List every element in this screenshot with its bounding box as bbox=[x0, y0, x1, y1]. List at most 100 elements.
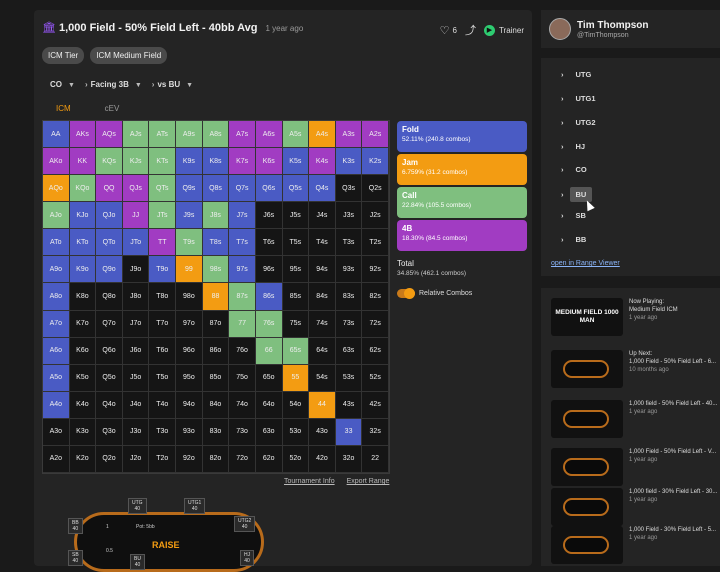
hand-cell[interactable]: 83s bbox=[335, 283, 363, 311]
hand-cell[interactable]: JTs bbox=[149, 202, 177, 230]
hand-cell[interactable]: A2o bbox=[43, 445, 70, 473]
hand-cell[interactable]: K8s bbox=[202, 148, 230, 176]
hand-cell[interactable]: J4s bbox=[309, 202, 336, 230]
hand-cell[interactable]: T6s bbox=[255, 229, 283, 257]
hand-cell[interactable]: QTo bbox=[96, 229, 123, 257]
hand-cell[interactable]: QQ bbox=[96, 175, 123, 203]
hand-cell[interactable]: 66 bbox=[255, 337, 283, 365]
hand-cell[interactable]: 87o bbox=[202, 310, 230, 338]
hand-cell[interactable]: Q7s bbox=[229, 175, 256, 203]
position-utg1[interactable]: › UTG1 bbox=[561, 94, 596, 103]
hand-cell[interactable]: 86o bbox=[202, 337, 230, 365]
profile-card[interactable]: Tim Thompson @TimThompson bbox=[541, 10, 720, 48]
video-item[interactable]: 1,000 field - 30% Field Left - 30... 1 ye… bbox=[551, 488, 720, 528]
hand-cell[interactable]: K5s bbox=[282, 148, 310, 176]
hand-cell[interactable]: T2s bbox=[362, 229, 389, 257]
position-utg[interactable]: › UTG bbox=[561, 70, 591, 79]
hand-cell[interactable]: 77 bbox=[229, 310, 256, 338]
hand-cell[interactable]: 64o bbox=[255, 391, 283, 419]
position-select[interactable]: CO ▼ bbox=[50, 80, 75, 89]
hand-cell[interactable]: 72o bbox=[229, 445, 256, 473]
trainer-button[interactable]: ▶ Trainer bbox=[483, 24, 524, 36]
position-sb[interactable]: › SB bbox=[561, 211, 586, 220]
hand-cell[interactable]: JJ bbox=[122, 202, 150, 230]
legend-fold[interactable]: Fold 52.11% (240.8 combos) bbox=[397, 121, 527, 152]
hand-cell[interactable]: T3o bbox=[149, 418, 177, 446]
hand-cell[interactable]: AQs bbox=[96, 121, 123, 149]
hand-cell[interactable]: Q3s bbox=[335, 175, 363, 203]
hand-cell[interactable]: Q5o bbox=[96, 364, 123, 392]
hand-cell[interactable]: Q5s bbox=[282, 175, 310, 203]
hand-cell[interactable]: 52s bbox=[362, 364, 389, 392]
hand-cell[interactable]: Q7o bbox=[96, 310, 123, 338]
hand-cell[interactable]: T5s bbox=[282, 229, 310, 257]
video-item[interactable]: 1,000 Field - 50% Field Left - V... 1 yea… bbox=[551, 448, 720, 488]
hand-cell[interactable]: ATo bbox=[43, 229, 70, 257]
hand-cell[interactable]: 65s bbox=[282, 337, 310, 365]
hand-cell[interactable]: QJo bbox=[96, 202, 123, 230]
hand-cell[interactable]: T3s bbox=[335, 229, 363, 257]
hand-cell[interactable]: 54o bbox=[282, 391, 310, 419]
hand-cell[interactable]: 98s bbox=[202, 256, 230, 284]
hand-cell[interactable]: 82s bbox=[362, 283, 389, 311]
hand-cell[interactable]: J3s bbox=[335, 202, 363, 230]
hand-cell[interactable]: K5o bbox=[69, 364, 97, 392]
hand-cell[interactable]: KJs bbox=[122, 148, 150, 176]
hand-cell[interactable]: 88 bbox=[202, 283, 230, 311]
hand-cell[interactable]: A8s bbox=[202, 121, 230, 149]
hand-cell[interactable]: J8s bbox=[202, 202, 230, 230]
hand-cell[interactable]: 96s bbox=[255, 256, 283, 284]
hand-cell[interactable]: T8o bbox=[149, 283, 177, 311]
like-button[interactable]: ♡ 6 bbox=[440, 24, 457, 37]
hand-cell[interactable]: 92s bbox=[362, 256, 389, 284]
tournament-info-link[interactable]: Tournament Info bbox=[284, 478, 335, 485]
seat-bu[interactable]: BU 40 bbox=[130, 554, 145, 570]
hand-cell[interactable]: AKo bbox=[43, 148, 70, 176]
hand-cell[interactable]: 62o bbox=[255, 445, 283, 473]
video-item[interactable]: 1,000 Field - 30% Field Left - 5... 1 yea… bbox=[551, 526, 720, 566]
hand-cell[interactable]: 52o bbox=[282, 445, 310, 473]
hand-cell[interactable]: A3s bbox=[335, 121, 363, 149]
hand-cell[interactable]: T9s bbox=[176, 229, 203, 257]
hand-cell[interactable]: 75o bbox=[229, 364, 256, 392]
hand-cell[interactable]: K4s bbox=[309, 148, 336, 176]
hand-cell[interactable]: KTs bbox=[149, 148, 177, 176]
hand-cell[interactable]: J7o bbox=[122, 310, 150, 338]
hand-cell[interactable]: 55 bbox=[282, 364, 310, 392]
hand-cell[interactable]: KQo bbox=[69, 175, 97, 203]
hand-cell[interactable]: T4o bbox=[149, 391, 177, 419]
legend-call[interactable]: Call 22.84% (105.5 combos) bbox=[397, 187, 527, 218]
hand-cell[interactable]: 95s bbox=[282, 256, 310, 284]
hand-cell[interactable]: A7s bbox=[229, 121, 256, 149]
hand-cell[interactable]: A6o bbox=[43, 337, 70, 365]
hand-cell[interactable]: A8o bbox=[43, 283, 70, 311]
hand-cell[interactable]: AA bbox=[43, 121, 70, 149]
hand-cell[interactable]: K6o bbox=[69, 337, 97, 365]
hand-cell[interactable]: Q6s bbox=[255, 175, 283, 203]
hand-cell[interactable]: Q9o bbox=[96, 256, 123, 284]
hand-cell[interactable]: A9o bbox=[43, 256, 70, 284]
hand-cell[interactable]: 72s bbox=[362, 310, 389, 338]
hand-cell[interactable]: 76o bbox=[229, 337, 256, 365]
hand-cell[interactable]: J3o bbox=[122, 418, 150, 446]
hand-cell[interactable]: K2s bbox=[362, 148, 389, 176]
hand-cell[interactable]: 97s bbox=[229, 256, 256, 284]
hand-cell[interactable]: 64s bbox=[309, 337, 336, 365]
position-bb[interactable]: › BB bbox=[561, 235, 586, 244]
hand-cell[interactable]: 87s bbox=[229, 283, 256, 311]
position-utg2[interactable]: › UTG2 bbox=[561, 118, 596, 127]
hand-cell[interactable]: Q4o bbox=[96, 391, 123, 419]
seat-utg[interactable]: UTG 40 bbox=[128, 498, 147, 514]
hand-cell[interactable]: A4s bbox=[309, 121, 336, 149]
hand-cell[interactable]: 94o bbox=[176, 391, 203, 419]
hand-cell[interactable]: J5s bbox=[282, 202, 310, 230]
hand-cell[interactable]: 99 bbox=[176, 256, 203, 284]
hand-cell[interactable]: AJo bbox=[43, 202, 70, 230]
video-item[interactable]: Up Next: 1,000 Field - 50% Field Left - 6… bbox=[551, 350, 720, 390]
hand-cell[interactable]: 84o bbox=[202, 391, 230, 419]
hand-cell[interactable]: 92o bbox=[176, 445, 203, 473]
hand-cell[interactable]: 54s bbox=[309, 364, 336, 392]
hand-cell[interactable]: K3o bbox=[69, 418, 97, 446]
hand-cell[interactable]: J4o bbox=[122, 391, 150, 419]
hand-cell[interactable]: A7o bbox=[43, 310, 70, 338]
